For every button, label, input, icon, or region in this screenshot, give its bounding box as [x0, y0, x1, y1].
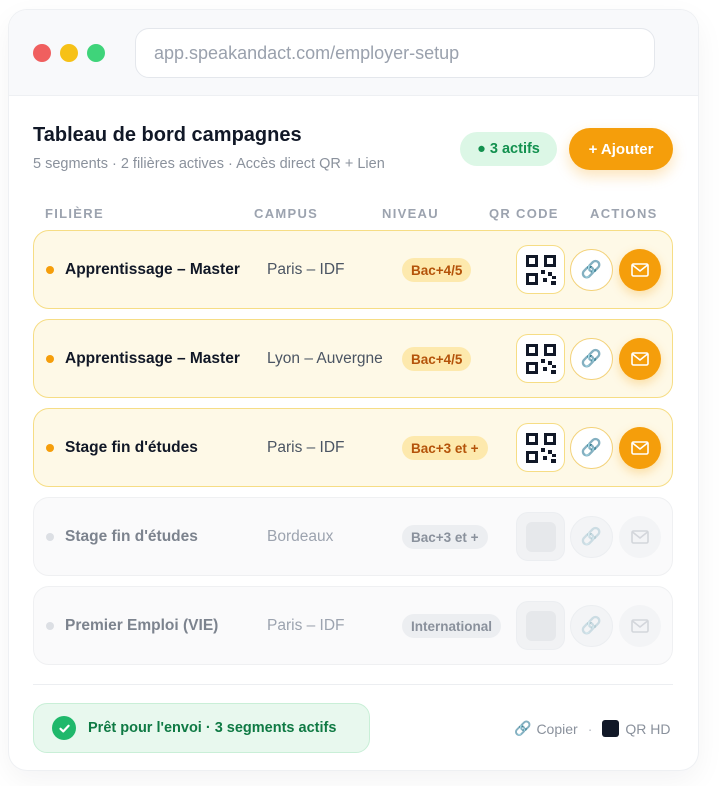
qr-code-button[interactable]: [516, 245, 565, 294]
row-filiere: Premier Emploi (VIE): [65, 617, 219, 634]
row-niveau-badge: Bac+4/5: [402, 258, 472, 282]
status-dot: [46, 533, 54, 541]
row-niveau-badge: International: [402, 614, 502, 638]
check-icon: [52, 716, 76, 740]
copy-link-button[interactable]: 🔗: [570, 249, 613, 291]
minimize-window-button[interactable]: [60, 44, 78, 62]
row-campus: Paris – IDF: [267, 617, 345, 634]
status-dot: [46, 355, 54, 363]
active-count-badge: ● 3 actifs: [460, 132, 557, 166]
qr-code-icon: [602, 720, 620, 737]
column-header-actions: ACTIONS: [590, 206, 658, 221]
copy-link-button[interactable]: 🔗: [570, 427, 613, 469]
app-window: app.speakandact.com/employer-setup Table…: [9, 10, 698, 770]
copy-link-button[interactable]: 🔗: [570, 338, 613, 380]
add-segment-button[interactable]: + Ajouter: [569, 128, 673, 170]
qr-code-icon: [525, 254, 557, 286]
table-row[interactable]: Apprentissage – Master Paris – IDF Bac+4/5…: [33, 230, 673, 309]
row-campus: Bordeaux: [267, 528, 334, 545]
ready-status-text: Prêt pour l'envoi · 3 segments actifs: [88, 720, 337, 736]
link-icon: 🔗: [580, 527, 603, 546]
row-campus: Lyon – Auvergne: [267, 350, 383, 367]
qr-hd-button[interactable]: QR HD: [602, 720, 670, 737]
copy-link-button[interactable]: 🔗 Copier: [514, 720, 578, 737]
row-filiere: Apprentissage – Master: [65, 261, 240, 278]
link-icon: 🔗: [514, 720, 532, 736]
row-filiere: Apprentissage – Master: [65, 350, 240, 367]
status-dot: [46, 622, 54, 630]
send-email-button[interactable]: [619, 427, 661, 469]
table-row[interactable]: Premier Emploi (VIE) Paris – IDF Internati…: [33, 586, 673, 665]
link-icon: 🔗: [580, 438, 603, 457]
qr-code-button[interactable]: [516, 334, 565, 383]
qr-code-placeholder: [525, 521, 556, 552]
table-row[interactable]: Stage fin d'études Paris – IDF Bac+3 et + 🔗: [33, 408, 673, 487]
send-email-button[interactable]: [619, 605, 661, 647]
mail-icon: [631, 263, 649, 277]
mail-icon: [631, 441, 649, 455]
mail-icon: [631, 619, 649, 633]
link-icon: 🔗: [580, 349, 603, 368]
column-header-filiere: FILIÈRE: [45, 206, 104, 221]
column-header-niveau: NIVEAU: [382, 206, 439, 221]
address-bar[interactable]: app.speakandact.com/employer-setup: [135, 28, 655, 78]
qr-code-icon: [525, 343, 557, 375]
qr-code-placeholder: [525, 610, 556, 641]
qr-code-icon: [525, 432, 557, 464]
row-campus: Paris – IDF: [267, 261, 345, 278]
table-row[interactable]: Stage fin d'études Bordeaux Bac+3 et + 🔗: [33, 497, 673, 576]
send-email-button[interactable]: [619, 338, 661, 380]
send-email-button[interactable]: [619, 249, 661, 291]
qr-code-button[interactable]: [516, 512, 565, 561]
address-bar-url: app.speakandact.com/employer-setup: [154, 42, 460, 63]
maximize-window-button[interactable]: [87, 44, 105, 62]
table-row[interactable]: Apprentissage – Master Lyon – Auvergne Bac…: [33, 319, 673, 398]
column-header-campus: CAMPUS: [254, 206, 319, 221]
qr-code-button[interactable]: [516, 601, 565, 650]
link-icon: 🔗: [580, 616, 603, 635]
copy-link-label: Copier: [536, 720, 578, 737]
mail-icon: [631, 352, 649, 366]
row-niveau-badge: Bac+3 et +: [402, 525, 488, 549]
qr-hd-label: QR HD: [625, 720, 671, 737]
column-header-qr-code: QR CODE: [489, 206, 559, 221]
row-filiere: Stage fin d'études: [65, 528, 198, 545]
qr-code-button[interactable]: [516, 423, 565, 472]
footer-divider: [33, 684, 673, 685]
row-niveau-badge: Bac+3 et +: [402, 436, 488, 460]
status-dot: [46, 444, 54, 452]
link-icon: 🔗: [580, 260, 603, 279]
row-filiere: Stage fin d'études: [65, 439, 198, 456]
row-campus: Paris – IDF: [267, 439, 345, 456]
footer-separator: ·: [587, 720, 593, 737]
row-niveau-badge: Bac+4/5: [402, 347, 472, 371]
footer-actions: 🔗 Copier · QR HD: [514, 720, 670, 737]
copy-link-button[interactable]: 🔗: [570, 605, 613, 647]
send-email-button[interactable]: [619, 516, 661, 558]
window-titlebar: app.speakandact.com/employer-setup: [9, 10, 698, 96]
page-title: Tableau de bord campagnes: [33, 124, 302, 146]
ready-status-badge: Prêt pour l'envoi · 3 segments actifs: [33, 703, 370, 753]
close-window-button[interactable]: [33, 44, 51, 62]
mail-icon: [631, 530, 649, 544]
status-dot: [46, 266, 54, 274]
page-subtitle: 5 segments · 2 filières actives · Accès …: [33, 156, 385, 172]
copy-link-button[interactable]: 🔗: [570, 516, 613, 558]
